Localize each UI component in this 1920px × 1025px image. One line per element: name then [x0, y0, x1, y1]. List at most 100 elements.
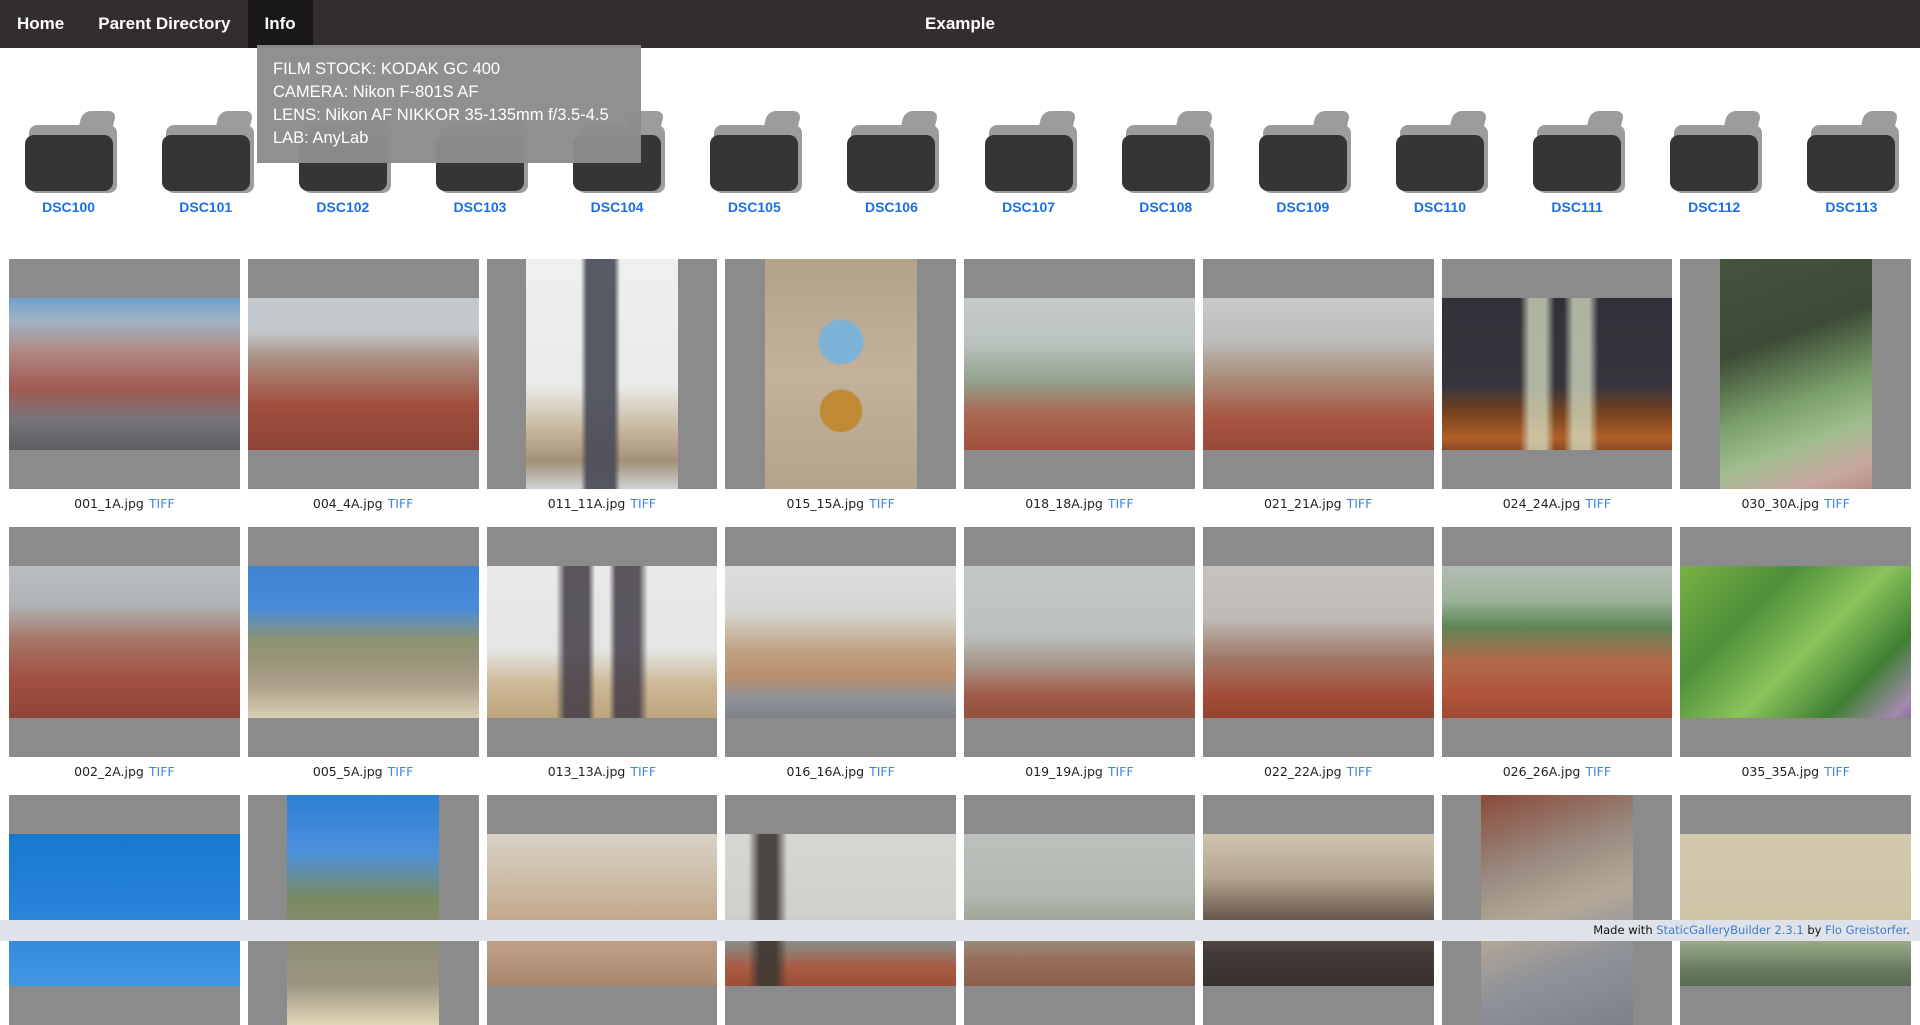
tiff-link[interactable]: TIFF [1824, 764, 1850, 779]
thumbnail-image [248, 298, 479, 450]
photo-thumbnail[interactable] [725, 527, 956, 757]
gallery-grid: 001_1A.jpgTIFF004_4A.jpgTIFF011_11A.jpgT… [0, 259, 1920, 1025]
photo-thumbnail[interactable] [487, 259, 718, 489]
photo-thumbnail[interactable] [1442, 259, 1673, 489]
thumbnail-image [287, 795, 439, 1025]
photo-thumbnail[interactable] [248, 795, 479, 1025]
info-tooltip: FILM STOCK: KODAK GC 400 CAMERA: Nikon F… [257, 45, 641, 163]
nav-item-parent-directory[interactable]: Parent Directory [81, 0, 247, 48]
photo-thumbnail[interactable] [248, 259, 479, 489]
folder-link[interactable]: DSC111 [1551, 199, 1602, 215]
photo-thumbnail[interactable] [1680, 795, 1911, 1025]
folder-link[interactable]: DSC104 [591, 199, 644, 215]
photo-thumbnail[interactable] [964, 795, 1195, 1025]
folder-link[interactable]: DSC106 [865, 199, 918, 215]
gallery-item: 013_13A.jpgTIFF [487, 527, 718, 795]
thumbnail-caption: 019_19A.jpgTIFF [964, 757, 1195, 795]
tiff-link[interactable]: TIFF [149, 496, 175, 511]
folder-icon[interactable] [1245, 103, 1361, 193]
gallery-item [964, 795, 1195, 1025]
folder-link[interactable]: DSC108 [1139, 199, 1192, 215]
photo-thumbnail[interactable] [9, 795, 240, 1025]
image-filename: 024_24A.jpg [1503, 496, 1581, 511]
photo-thumbnail[interactable] [1680, 527, 1911, 757]
folder-icon[interactable] [971, 103, 1087, 193]
photo-thumbnail[interactable] [9, 527, 240, 757]
photo-thumbnail[interactable] [1680, 259, 1911, 489]
photo-thumbnail[interactable] [248, 527, 479, 757]
thumbnail-image [248, 566, 479, 718]
tiff-link[interactable]: TIFF [869, 496, 895, 511]
gallery-item: 011_11A.jpgTIFF [487, 259, 718, 527]
tiff-link[interactable]: TIFF [1108, 496, 1134, 511]
folder-link[interactable]: DSC113 [1825, 199, 1877, 215]
folder-link[interactable]: DSC100 [42, 199, 95, 215]
thumbnail-image [1203, 566, 1434, 718]
thumbnail-caption: 024_24A.jpg TIFF [1442, 489, 1673, 527]
folder-link[interactable]: DSC107 [1002, 199, 1055, 215]
folder-icon[interactable] [148, 103, 264, 193]
tiff-link[interactable]: TIFF [388, 764, 414, 779]
folder-icon[interactable] [1519, 103, 1635, 193]
folder-icon[interactable] [696, 103, 812, 193]
footer-made-with-text: Made with [1593, 923, 1656, 937]
nav-item-info[interactable]: Info [248, 0, 313, 48]
folder-link[interactable]: DSC109 [1276, 199, 1329, 215]
folder-icon[interactable] [11, 103, 127, 193]
gallery-item: 021_21A.jpgTIFF [1203, 259, 1434, 527]
photo-thumbnail[interactable] [725, 259, 956, 489]
footer-builder-link[interactable]: StaticGalleryBuilder 2.3.1 [1656, 923, 1803, 937]
photo-thumbnail[interactable] [1442, 527, 1673, 757]
folder-link[interactable]: DSC110 [1414, 199, 1466, 215]
gallery-item: 019_19A.jpgTIFF [964, 527, 1195, 795]
tiff-link[interactable]: TIFF [149, 764, 175, 779]
folder-link[interactable]: DSC105 [728, 199, 781, 215]
footer-author-link[interactable]: Flo Greistorfer [1825, 923, 1906, 937]
folder-item-dsc105: DSC105 [686, 103, 823, 217]
photo-thumbnail[interactable] [487, 795, 718, 1025]
photo-thumbnail[interactable] [487, 527, 718, 757]
folder-icon[interactable] [1793, 103, 1909, 193]
folder-icon[interactable] [1382, 103, 1498, 193]
folder-icon[interactable] [1108, 103, 1224, 193]
folder-link[interactable]: DSC103 [454, 199, 507, 215]
photo-thumbnail[interactable] [1203, 795, 1434, 1025]
photo-thumbnail[interactable] [9, 259, 240, 489]
footer-bar: Made with StaticGalleryBuilder 2.3.1 by … [0, 920, 1920, 941]
image-filename: 030_30A.jpg [1741, 496, 1819, 511]
thumbnail-image [1680, 834, 1911, 986]
photo-thumbnail[interactable] [964, 259, 1195, 489]
folder-front-shape [162, 135, 250, 191]
thumbnail-image [725, 566, 956, 718]
tiff-link[interactable]: TIFF [1585, 764, 1611, 779]
folder-link[interactable]: DSC101 [179, 199, 232, 215]
gallery-row: 001_1A.jpgTIFF004_4A.jpgTIFF011_11A.jpgT… [0, 259, 1920, 527]
tiff-link[interactable]: TIFF [1824, 496, 1850, 511]
tiff-link[interactable]: TIFF [630, 496, 656, 511]
photo-thumbnail[interactable] [1203, 527, 1434, 757]
thumbnail-caption: 030_30A.jpg TIFF [1680, 489, 1911, 527]
thumbnail-image [964, 566, 1195, 718]
tiff-link[interactable]: TIFF [1347, 764, 1373, 779]
photo-thumbnail[interactable] [964, 527, 1195, 757]
thumbnail-caption: 035_35A.jpgTIFF [1680, 757, 1911, 795]
photo-thumbnail[interactable] [1203, 259, 1434, 489]
footer-period-text: . [1906, 923, 1910, 937]
gallery-item: 018_18A.jpgTIFF [964, 259, 1195, 527]
folder-link[interactable]: DSC102 [316, 199, 369, 215]
tiff-link[interactable]: TIFF [1585, 496, 1611, 511]
gallery-item: 016_16A.jpgTIFF [725, 527, 956, 795]
photo-thumbnail[interactable] [725, 795, 956, 1025]
tiff-link[interactable]: TIFF [869, 764, 895, 779]
folder-icon[interactable] [1656, 103, 1772, 193]
image-filename: 002_2A.jpg [74, 764, 144, 779]
thumbnail-image [1203, 834, 1434, 986]
folder-icon[interactable] [833, 103, 949, 193]
nav-item-home[interactable]: Home [0, 0, 81, 48]
tiff-link[interactable]: TIFF [1108, 764, 1134, 779]
tiff-link[interactable]: TIFF [630, 764, 656, 779]
folder-link[interactable]: DSC112 [1688, 199, 1740, 215]
tiff-link[interactable]: TIFF [388, 496, 414, 511]
photo-thumbnail[interactable] [1442, 795, 1673, 1025]
tiff-link[interactable]: TIFF [1347, 496, 1373, 511]
